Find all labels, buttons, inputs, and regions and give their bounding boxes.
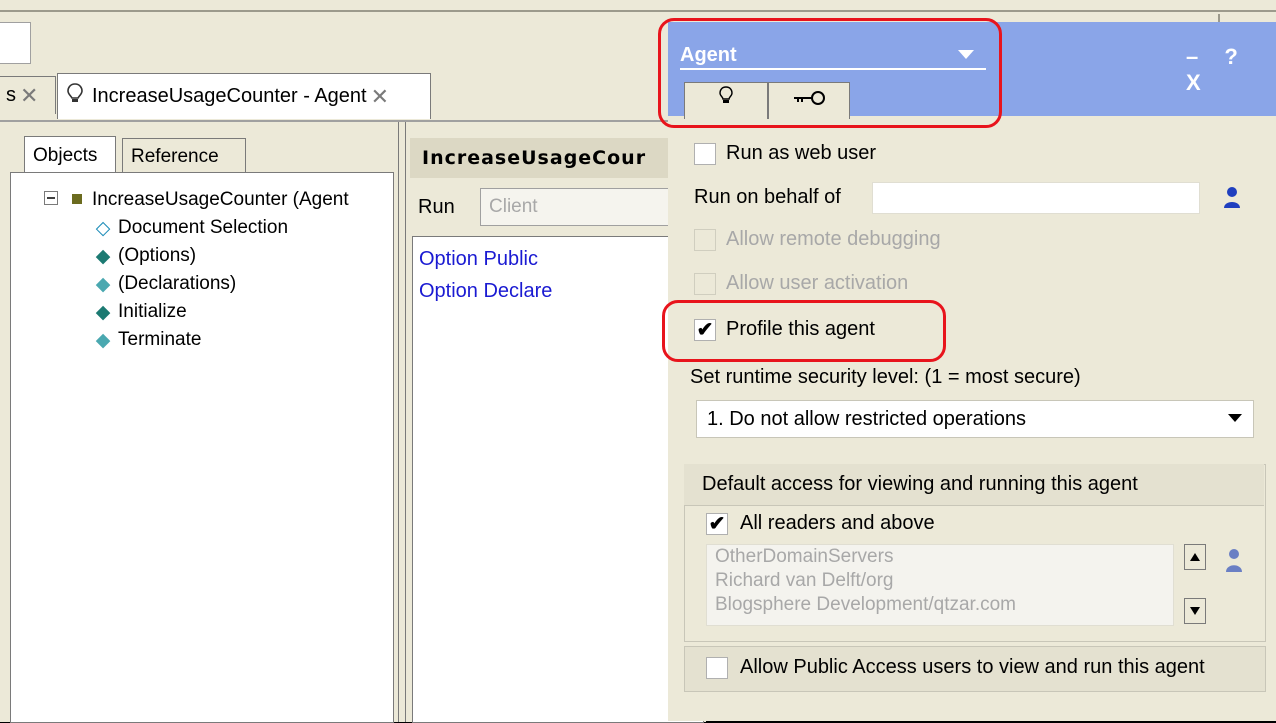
tab-label: s [6,84,16,106]
user-activation-checkbox[interactable] [694,272,716,295]
run-as-web-user-label: Run as web user [726,142,877,164]
run-as-web-user-row: Run as web user [694,142,876,165]
code-line: Option Public [419,248,538,270]
security-level-value: 1. Do not allow restricted operations [707,407,1027,430]
tree-item-terminate[interactable]: ◆ Terminate [92,326,390,354]
run-on-behalf-label: Run on behalf of [694,186,841,208]
close-icon[interactable]: ✕ [371,84,389,110]
list-item: Richard van Delft/org [715,570,894,591]
all-readers-label: All readers and above [740,512,935,534]
user-activation-label: Allow user activation [726,272,909,294]
list-item: OtherDomainServers [715,546,894,567]
public-access-label: Allow Public Access users to view and ru… [740,656,1205,678]
tree-item-label: Initialize [118,301,187,322]
toolbar-divider [0,10,1276,12]
user-activation-row: Allow user activation [694,272,908,295]
code-editor[interactable]: Option Public Option Declare [412,236,704,723]
script-icon: ◆ [95,273,111,295]
splitter[interactable] [398,122,406,722]
all-readers-row: ✔ All readers and above [706,512,935,535]
window-controls[interactable]: – ? X [1186,44,1276,96]
tree-root[interactable]: IncreaseUsageCounter (Agent [40,186,390,214]
security-level-select[interactable]: 1. Do not allow restricted operations [696,400,1254,438]
run-value: Client [489,196,538,217]
tab-increase-usage-counter[interactable]: IncreaseUsageCounter - Agent ✕ [57,73,431,119]
agent-square-icon [66,189,88,211]
tab-label: Reference [131,145,219,167]
collapse-icon[interactable] [40,189,62,211]
script-icon: ◆ [95,329,111,351]
object-tree: IncreaseUsageCounter (Agent ◇ Document S… [40,186,390,354]
highlight-profile-agent [662,300,946,362]
tree-item-declarations[interactable]: ◆ (Declarations) [92,270,390,298]
close-icon[interactable]: ✕ [20,83,38,109]
remote-debugging-row: Allow remote debugging [694,228,941,251]
public-access-row: Allow Public Access users to view and ru… [706,656,1205,679]
scroll-up-button[interactable] [1184,544,1206,570]
tab-reference[interactable]: Reference [122,138,246,174]
remote-debugging-label: Allow remote debugging [726,228,941,250]
list-item: Blogsphere Development/qtzar.com [715,594,1016,615]
run-as-web-user-checkbox[interactable] [694,142,716,165]
group-picker-icon[interactable] [1224,548,1244,574]
code-line: Option Declare [419,280,553,302]
tree-item-label: (Declarations) [118,273,237,294]
highlight-agent-header [658,18,1002,128]
scroll-down-button[interactable] [1184,598,1206,624]
tab-previous[interactable]: s ✕ [0,76,56,114]
tab-label: Objects [33,144,98,166]
tree-item-document-selection[interactable]: ◇ Document Selection [92,214,390,242]
tree-item-initialize[interactable]: ◆ Initialize [92,298,390,326]
chevron-down-icon[interactable] [1228,414,1242,422]
all-readers-checkbox[interactable]: ✔ [706,512,728,535]
run-label: Run [418,196,455,218]
tab-label: IncreaseUsageCounter - Agent [92,85,367,107]
remote-debugging-checkbox[interactable] [694,228,716,251]
security-level-label: Set runtime security level: (1 = most se… [690,366,1081,388]
reader-list[interactable]: OtherDomainServers Richard van Delft/org… [706,544,1174,626]
toolbar-input[interactable] [0,22,31,64]
public-access-checkbox[interactable] [706,656,728,679]
tab-objects[interactable]: Objects [24,136,116,174]
diamond-icon: ◇ [95,217,111,239]
script-icon: ◆ [95,301,111,323]
lightbulb-icon [64,82,86,112]
tree-root-label: IncreaseUsageCounter (Agent [92,189,349,210]
script-icon: ◆ [95,245,111,267]
person-picker-icon[interactable] [1222,186,1242,210]
tree-item-label: (Options) [118,245,197,266]
tree-item-label: Document Selection [118,217,289,238]
run-select[interactable]: Client [480,188,700,226]
editor-title: IncreaseUsageCour [410,138,700,178]
run-on-behalf-field[interactable] [872,182,1200,214]
tree-item-label: Terminate [118,329,202,350]
default-access-heading: Default access for viewing and running t… [684,464,1264,506]
tree-item-options[interactable]: ◆ (Options) [92,242,390,270]
